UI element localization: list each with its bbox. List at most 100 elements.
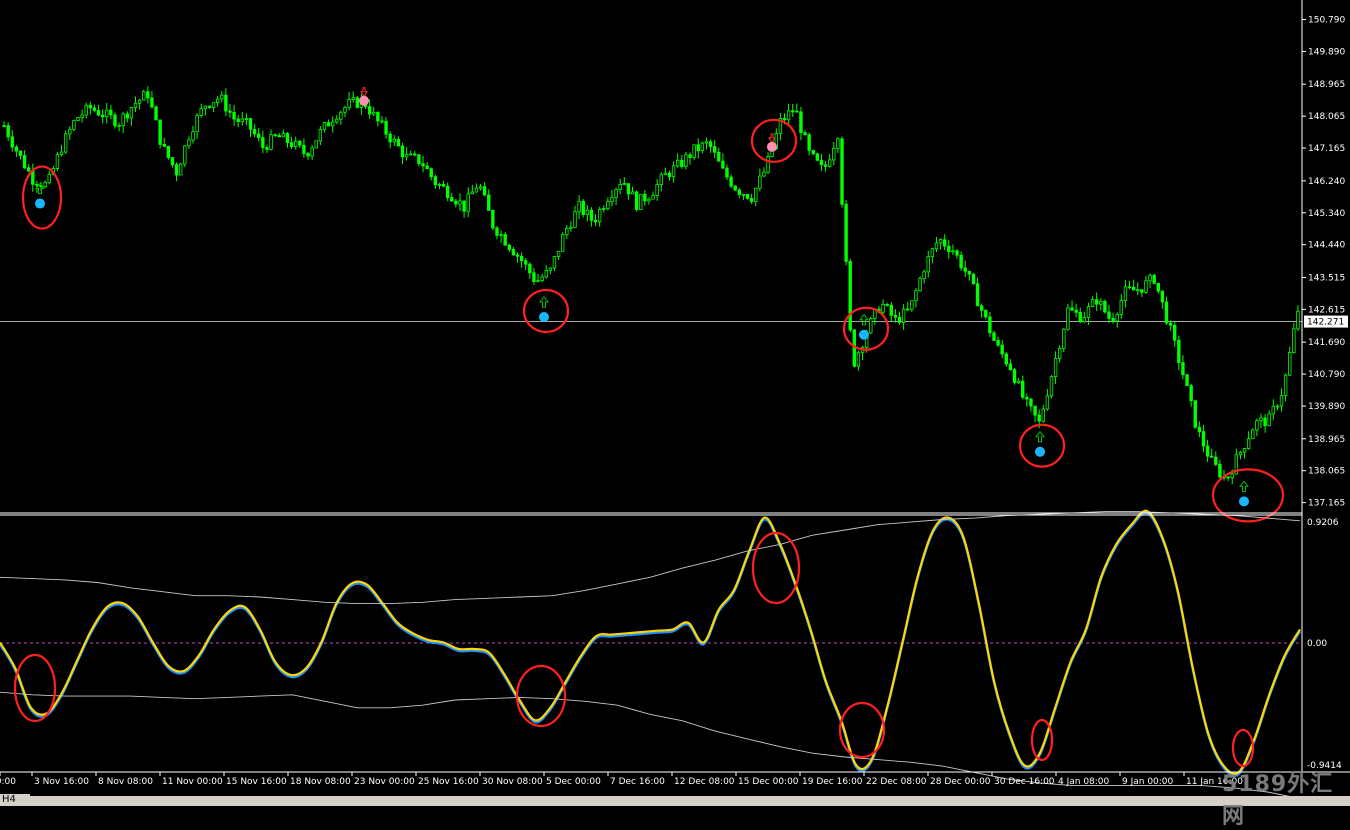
candle-body: [1263, 417, 1267, 427]
candle-body: [1218, 464, 1222, 478]
candle-body: [1193, 400, 1197, 428]
candle-body: [88, 104, 93, 109]
candle-body: [1168, 322, 1173, 326]
candle-body: [1107, 311, 1111, 319]
candle-body: [573, 211, 577, 228]
time-tick-label: 30 Dec 16:00: [994, 777, 1055, 787]
candle-body: [1066, 307, 1070, 330]
candle-body: [1177, 339, 1181, 364]
candle-body: [183, 145, 187, 165]
candle-body: [918, 278, 922, 292]
buy-dot: [1035, 446, 1045, 457]
candle-body: [1045, 395, 1050, 410]
candle-body: [314, 140, 318, 149]
candle-body: [113, 114, 117, 127]
candle-body: [733, 185, 737, 191]
candle-body: [150, 97, 154, 108]
candle-body: [285, 133, 290, 144]
timeframe-tab[interactable]: H4: [0, 794, 30, 806]
candle-body: [593, 219, 598, 223]
candle-body: [885, 303, 889, 306]
candle-body: [1238, 451, 1243, 456]
candle-body: [795, 110, 799, 113]
candle-body: [988, 316, 992, 334]
oscillator-line: [0, 511, 1301, 777]
candle-body: [1074, 309, 1078, 313]
candle-body: [823, 164, 828, 167]
axes: 150.790 149.890 148.965 148.065 147.165 146.2…: [0, 0, 1350, 787]
candle-body: [384, 120, 388, 135]
candle-body: [663, 172, 668, 176]
candle-body: [1259, 417, 1263, 422]
candle-body: [712, 146, 717, 153]
candle-body: [762, 171, 766, 177]
candle-body: [1041, 408, 1045, 422]
price-tick-label: 143.515: [1308, 273, 1345, 283]
candle-body: [96, 110, 101, 116]
candle-body: [1226, 476, 1230, 479]
candle-body: [43, 182, 47, 188]
candle-body: [396, 138, 401, 147]
time-tick-label: 18 Nov 08:00: [290, 777, 351, 787]
time-tick-label: 4 Jan 08:00: [1058, 777, 1110, 787]
candle-body: [392, 138, 396, 143]
candle-body: [897, 316, 902, 323]
candle-body: [667, 172, 672, 178]
up-arrow-icon: [1238, 480, 1250, 492]
candle-body: [729, 176, 733, 187]
candle-body: [1288, 352, 1292, 376]
candle-body: [76, 117, 80, 122]
candle-body: [100, 114, 105, 118]
candle-body: [560, 234, 565, 252]
candle-body: [437, 184, 442, 186]
candle-body: [1103, 300, 1107, 313]
candle-body: [232, 111, 236, 120]
candle-body: [947, 245, 951, 252]
candle-body: [696, 144, 700, 152]
candle-body: [265, 147, 269, 150]
candle-body: [869, 318, 873, 334]
candle-body: [240, 118, 244, 122]
candle-body: [318, 129, 323, 142]
candle-body: [856, 352, 861, 367]
candle-body: [487, 194, 491, 211]
candle-body: [482, 186, 487, 196]
candle-body: [524, 260, 528, 265]
candle-body: [203, 105, 208, 110]
sell-signal: [750, 118, 798, 163]
candle-body: [199, 108, 203, 116]
candle-body: [429, 168, 433, 178]
candle-body: [339, 111, 343, 120]
candle-body: [1094, 299, 1099, 305]
candle-body: [569, 226, 573, 229]
candle-body: [688, 154, 692, 158]
candle-body: [815, 153, 820, 161]
candle-body: [922, 271, 926, 280]
candle-body: [1230, 473, 1234, 479]
signal-circle: [750, 118, 798, 163]
signal-circle: [522, 288, 570, 334]
candle-body: [741, 193, 746, 196]
price-tick-label: 138.065: [1308, 467, 1345, 477]
candle-body: [80, 114, 84, 118]
candle-body: [1037, 414, 1041, 422]
candle-body: [786, 110, 791, 121]
candle-body: [14, 146, 19, 152]
candle-body: [47, 173, 51, 184]
candle-body: [273, 134, 277, 137]
price-panel: [0, 86, 1302, 523]
buy-signal: [522, 288, 570, 334]
candle-body: [417, 154, 421, 165]
candle-body: [634, 191, 639, 210]
candle-body: [528, 263, 532, 274]
candle-body: [1214, 456, 1218, 465]
oscillator-panel: [0, 509, 1302, 799]
candle-body: [343, 107, 347, 113]
candle-body: [581, 200, 585, 215]
candle-body: [1209, 455, 1214, 458]
candle-body: [191, 131, 195, 141]
candle-body: [1251, 429, 1255, 440]
candle-body: [195, 115, 199, 133]
price-tick-label: 142.615: [1308, 305, 1345, 315]
price-tick-label: 149.890: [1308, 47, 1345, 57]
